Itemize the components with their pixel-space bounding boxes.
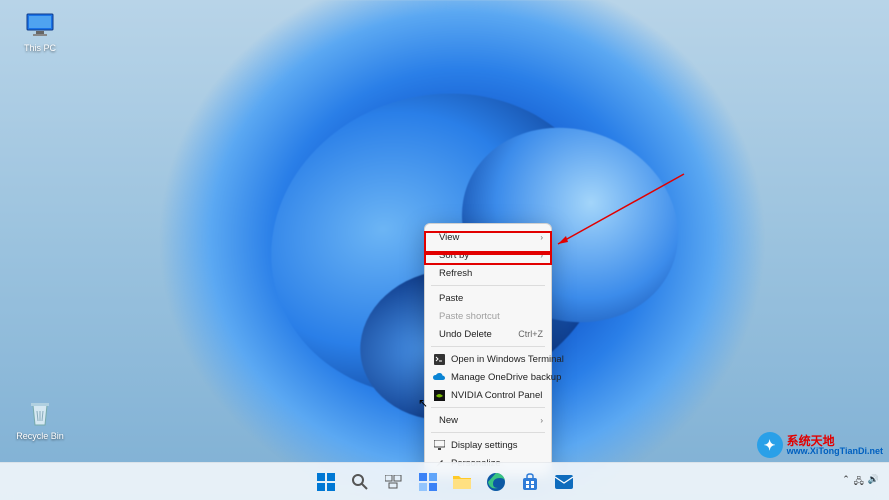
store-button[interactable] xyxy=(516,468,544,496)
monitor-icon xyxy=(23,10,57,40)
search-icon xyxy=(351,473,369,491)
menu-item-open-terminal[interactable]: Open in Windows Terminal xyxy=(425,350,551,368)
volume-icon[interactable]: 🔊 xyxy=(868,474,879,490)
task-view-button[interactable] xyxy=(380,468,408,496)
edge-icon xyxy=(487,473,505,491)
chevron-right-icon: › xyxy=(540,251,543,260)
watermark-title: 系统天地 xyxy=(787,435,883,447)
desktop-context-menu: View› Sort by› Refresh Paste Paste short… xyxy=(424,223,552,477)
watermark: ✦ 系统天地 www.XiTongTianDi.net xyxy=(757,432,883,458)
shortcut-text: Ctrl+Z xyxy=(518,329,543,339)
menu-separator xyxy=(431,432,545,433)
menu-item-sort-by[interactable]: Sort by› xyxy=(425,246,551,264)
desktop-icon-this-pc[interactable]: This PC xyxy=(10,10,70,53)
chevron-right-icon: › xyxy=(540,233,543,242)
desktop-icon-recycle-bin[interactable]: Recycle Bin xyxy=(10,398,70,441)
watermark-badge-icon: ✦ xyxy=(757,432,783,458)
taskbar: ⌃ 🖧 🔊 xyxy=(0,462,889,500)
menu-item-refresh[interactable]: Refresh xyxy=(425,264,551,282)
onedrive-icon xyxy=(433,371,445,383)
chevron-right-icon: › xyxy=(540,416,543,425)
menu-item-paste[interactable]: Paste xyxy=(425,289,551,307)
file-explorer-icon xyxy=(453,474,471,489)
menu-separator xyxy=(431,346,545,347)
menu-item-view[interactable]: View› xyxy=(425,228,551,246)
menu-item-onedrive-backup[interactable]: Manage OneDrive backup xyxy=(425,368,551,386)
mouse-cursor-icon: ↖ xyxy=(418,396,428,410)
watermark-url: www.XiTongTianDi.net xyxy=(787,447,883,456)
display-icon xyxy=(433,439,445,451)
nvidia-icon xyxy=(433,389,445,401)
menu-item-undo-delete[interactable]: Undo DeleteCtrl+Z xyxy=(425,325,551,343)
store-icon xyxy=(521,473,539,491)
chevron-up-icon[interactable]: ⌃ xyxy=(842,474,850,490)
start-icon xyxy=(317,473,335,491)
file-explorer-button[interactable] xyxy=(448,468,476,496)
task-view-icon xyxy=(385,475,403,489)
widgets-button[interactable] xyxy=(414,468,442,496)
mail-icon xyxy=(555,475,573,489)
edge-button[interactable] xyxy=(482,468,510,496)
system-tray[interactable]: ⌃ 🖧 🔊 xyxy=(842,474,879,490)
menu-separator xyxy=(431,285,545,286)
desktop-icon-label: This PC xyxy=(24,43,56,53)
search-button[interactable] xyxy=(346,468,374,496)
menu-item-paste-shortcut: Paste shortcut xyxy=(425,307,551,325)
start-button[interactable] xyxy=(312,468,340,496)
mail-button[interactable] xyxy=(550,468,578,496)
menu-item-display-settings[interactable]: Display settings xyxy=(425,436,551,454)
menu-separator xyxy=(431,407,545,408)
network-icon[interactable]: 🖧 xyxy=(854,474,864,490)
terminal-icon xyxy=(433,353,445,365)
menu-item-new[interactable]: New› xyxy=(425,411,551,429)
widgets-icon xyxy=(419,473,437,491)
desktop-icon-label: Recycle Bin xyxy=(16,431,64,441)
menu-item-nvidia-panel[interactable]: NVIDIA Control Panel xyxy=(425,386,551,404)
recycle-bin-icon xyxy=(23,398,57,428)
